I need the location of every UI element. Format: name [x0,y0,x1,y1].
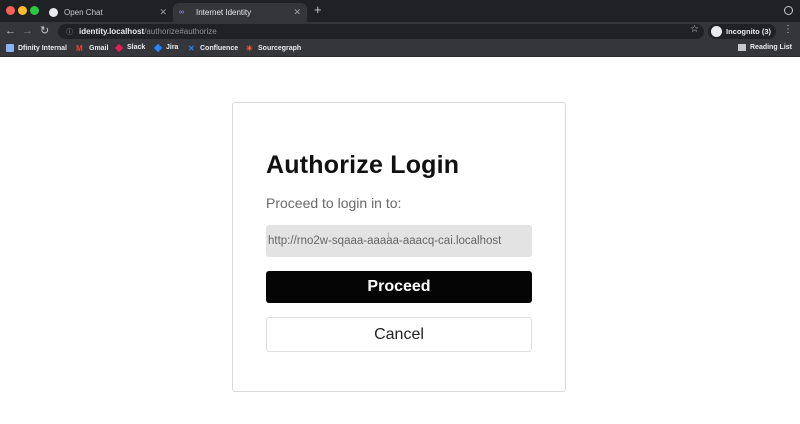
minimize-window-button[interactable] [18,6,27,15]
page-content: Authorize Login Proceed to login in to: … [0,58,800,424]
bookmark-sourcegraph[interactable]: ✳ Sourcegraph [246,44,301,53]
page-subtitle: Proceed to login in to: [266,195,402,211]
bookmark-label: Confluence [200,45,239,52]
back-arrow-icon[interactable]: ← [5,24,16,38]
bookmark-dfinity-internal[interactable]: Dfinity Internal [6,44,67,52]
browser-toolbar: ← → ↻ ⓘ identity.localhost/authorize#aut… [0,22,800,41]
page-title: Authorize Login [266,151,460,179]
bookmark-label: Gmail [89,45,109,52]
bookmark-slack[interactable]: Slack [114,43,146,52]
incognito-icon [711,26,722,37]
bookmarks-bar: Dfinity Internal M Gmail Slack Jira ✕ Co… [0,41,800,57]
bookmark-label: Sourcegraph [258,45,302,52]
more-menu-icon[interactable]: ⋮ [783,24,793,35]
authorize-card: Authorize Login Proceed to login in to: … [232,102,566,392]
bookmark-jira[interactable]: Jira [153,43,179,52]
open-chat-favicon-icon [49,8,58,17]
new-tab-button[interactable]: + [314,2,322,17]
reading-list-button[interactable]: Reading List [738,44,792,51]
url-path: /authorize#authorize [144,27,217,36]
bookmark-label: Slack [127,44,146,51]
bookmark-confluence[interactable]: ✕ Confluence [188,44,238,53]
browser-tab-bar: Open Chat ✕ ∞ Internet Identity ✕ + [0,0,800,22]
incognito-profile-button[interactable]: Incognito (3) [708,24,776,39]
confluence-icon: ✕ [188,44,195,53]
app-url-field [266,225,532,257]
reading-list-icon [738,44,746,51]
bookmark-label: Dfinity Internal [18,44,68,52]
reload-icon[interactable]: ↻ [40,24,49,38]
internet-identity-favicon-icon: ∞ [179,9,184,16]
forward-arrow-icon[interactable]: → [22,24,33,38]
sourcegraph-icon: ✳ [246,44,253,53]
close-window-button[interactable] [6,6,15,15]
bookmark-label: Jira [166,44,179,51]
bookmark-gmail[interactable]: M Gmail [76,44,108,53]
tab-title: Open Chat [64,8,103,17]
address-bar[interactable]: ⓘ identity.localhost/authorize#authorize [58,24,704,39]
cancel-button[interactable]: Cancel [266,317,532,352]
proceed-button[interactable]: Proceed [266,271,532,303]
tab-internet-identity[interactable]: ∞ Internet Identity ✕ [173,3,307,22]
url-host: identity.localhost [79,27,145,36]
tab-open-chat[interactable]: Open Chat ✕ [43,3,173,22]
maximize-window-button[interactable] [30,6,39,15]
site-info-icon[interactable]: ⓘ [66,27,73,37]
folder-icon [6,44,14,52]
slack-icon [114,43,124,52]
jira-icon [153,43,163,52]
text-cursor-icon: I [387,232,390,242]
tab-title: Internet Identity [196,8,252,17]
close-tab-icon[interactable]: ✕ [159,7,167,18]
reading-list-label: Reading List [750,44,793,51]
close-tab-icon[interactable]: ✕ [293,7,301,18]
gmail-icon: M [76,44,83,53]
profile-label: Incognito (3) [726,27,771,36]
tab-search-icon[interactable] [784,6,793,15]
bookmark-star-icon[interactable]: ☆ [690,24,699,35]
